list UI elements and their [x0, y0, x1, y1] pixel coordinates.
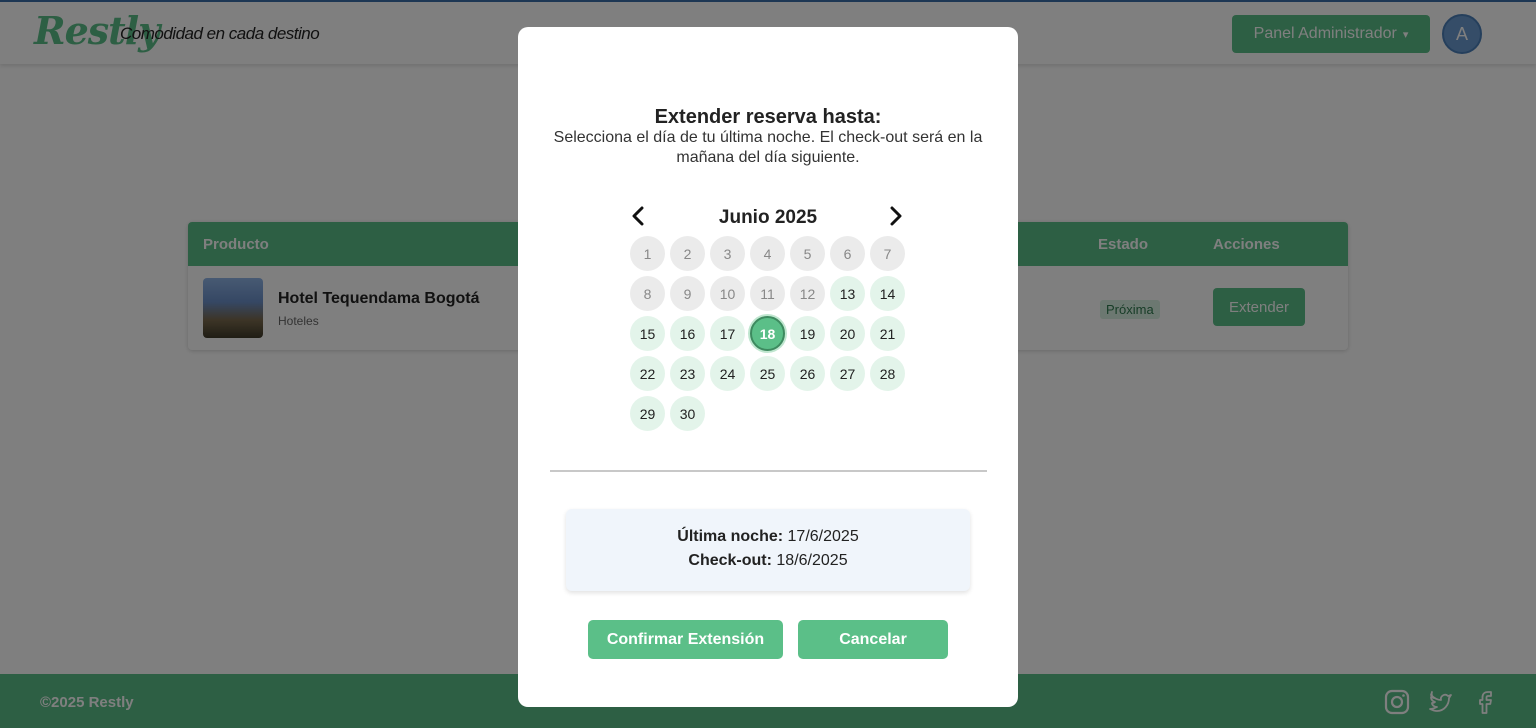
calendar-day[interactable]: 21	[870, 316, 905, 351]
calendar-day: 10	[710, 276, 745, 311]
calendar-day: 5	[790, 236, 825, 271]
calendar-day[interactable]: 14	[870, 276, 905, 311]
calendar-day[interactable]: 25	[750, 356, 785, 391]
calendar-day[interactable]: 26	[790, 356, 825, 391]
last-night-line: Última noche: 17/6/2025	[566, 528, 970, 546]
divider	[550, 470, 987, 472]
modal-subtitle: Selecciona el día de tu última noche. El…	[553, 129, 983, 166]
calendar-day: 2	[670, 236, 705, 271]
calendar-day[interactable]: 23	[670, 356, 705, 391]
modal-title: Extender reserva hasta:	[654, 106, 882, 128]
calendar-day: 3	[710, 236, 745, 271]
calendar-day[interactable]: 29	[630, 396, 665, 431]
calendar-day[interactable]: 17	[710, 316, 745, 351]
calendar-day: 12	[790, 276, 825, 311]
calendar-day: 11	[750, 276, 785, 311]
calendar-day[interactable]: 20	[830, 316, 865, 351]
calendar-day[interactable]: 30	[670, 396, 705, 431]
chevron-right-icon	[890, 206, 902, 226]
calendar-day[interactable]: 22	[630, 356, 665, 391]
checkout-line: Check-out: 18/6/2025	[566, 552, 970, 570]
calendar-day[interactable]: 28	[870, 356, 905, 391]
calendar-day: 1	[630, 236, 665, 271]
calendar-month-label: Junio 2025	[718, 207, 818, 228]
calendar-day: 4	[750, 236, 785, 271]
calendar-day[interactable]: 27	[830, 356, 865, 391]
next-month-button[interactable]	[884, 203, 908, 229]
chevron-left-icon	[632, 206, 644, 226]
extension-summary: Última noche: 17/6/2025 Check-out: 18/6/…	[566, 509, 970, 591]
calendar-day[interactable]: 16	[670, 316, 705, 351]
previous-month-button[interactable]	[626, 203, 650, 229]
checkout-value: 18/6/2025	[776, 552, 848, 569]
extend-reservation-modal: Extender reserva hasta: Selecciona el dí…	[518, 27, 1018, 707]
calendar-day: 6	[830, 236, 865, 271]
calendar-day: 9	[670, 276, 705, 311]
calendar-day-selected[interactable]: 18	[750, 316, 785, 351]
calendar-day[interactable]: 13	[830, 276, 865, 311]
cancel-button[interactable]: Cancelar	[798, 620, 948, 659]
calendar-day: 7	[870, 236, 905, 271]
checkout-label: Check-out:	[688, 552, 772, 569]
calendar-day[interactable]: 24	[710, 356, 745, 391]
calendar-day[interactable]: 19	[790, 316, 825, 351]
calendar-day[interactable]: 15	[630, 316, 665, 351]
last-night-label: Última noche:	[677, 528, 784, 545]
calendar-day: 8	[630, 276, 665, 311]
last-night-value: 17/6/2025	[787, 528, 859, 545]
confirm-extension-button[interactable]: Confirmar Extensión	[588, 620, 783, 659]
